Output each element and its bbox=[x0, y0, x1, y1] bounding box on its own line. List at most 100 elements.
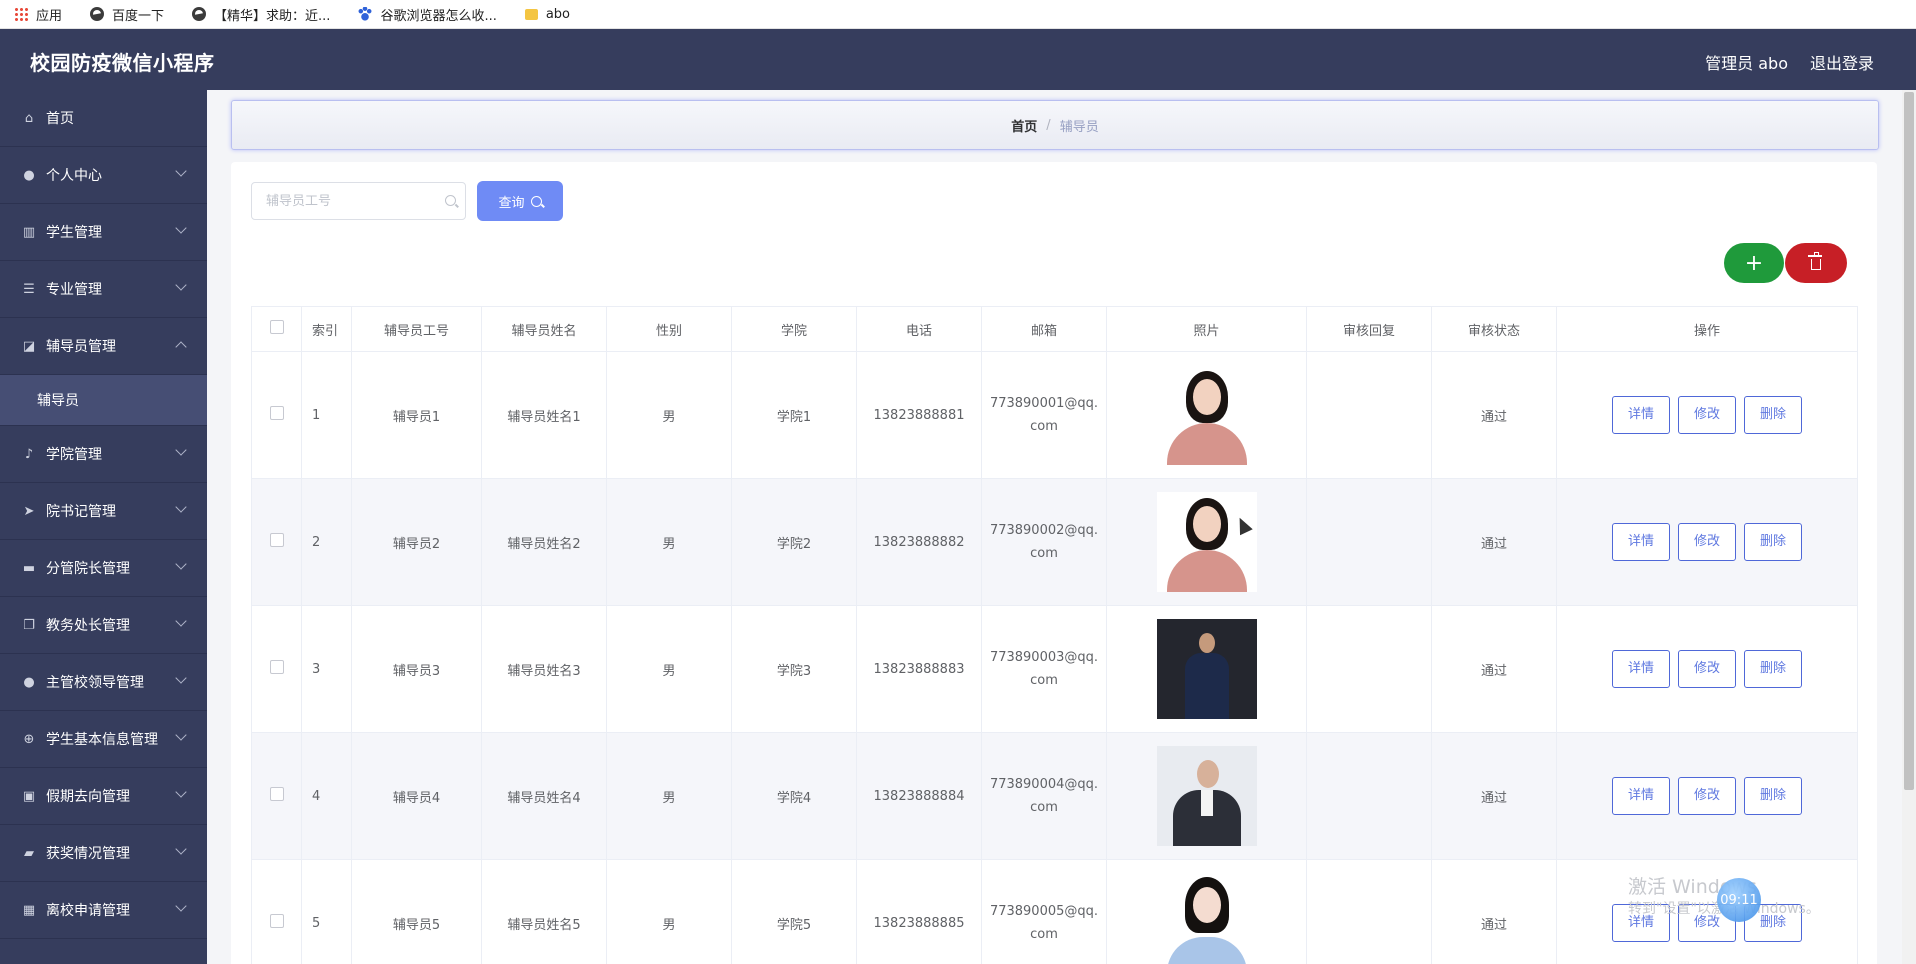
row-checkbox[interactable] bbox=[269, 533, 284, 547]
chevron-down-icon bbox=[175, 843, 187, 855]
table-row: 1 辅导员1 辅导员姓名1 男 学院1 13823888881 77389000… bbox=[251, 351, 1858, 479]
photo-man-seated-dark-portrait[interactable] bbox=[1156, 619, 1257, 719]
delete-button[interactable]: 删除 bbox=[1744, 396, 1802, 434]
bookmark-baidu[interactable]: 百度一下 bbox=[90, 5, 164, 24]
cell-email: 773890002@qq.com bbox=[981, 478, 1107, 606]
table-row: 2 辅导员2 辅导员姓名2 男 学院2 13823888882 77389000… bbox=[251, 478, 1858, 606]
cell-index: 3 bbox=[301, 605, 352, 733]
select-all-checkbox[interactable] bbox=[269, 320, 284, 334]
page-scrollbar[interactable] bbox=[1902, 90, 1916, 964]
sidebar-item-holiday-whereabouts[interactable]: ▣ 假期去向管理 bbox=[0, 768, 207, 825]
cell-index: 4 bbox=[301, 732, 352, 860]
row-checkbox[interactable] bbox=[269, 787, 284, 801]
cell-photo bbox=[1106, 859, 1307, 964]
sidebar-item-counselors[interactable]: ◪ 辅导员管理 bbox=[0, 318, 207, 375]
cell-status: 通过 bbox=[1431, 478, 1557, 606]
sidebar-subitem-counselor[interactable]: 辅导员 bbox=[0, 375, 207, 426]
sidebar-item-awards[interactable]: ▰ 获奖情况管理 bbox=[0, 825, 207, 882]
cell-phone: 13823888883 bbox=[856, 605, 982, 733]
row-select-cell bbox=[251, 605, 302, 733]
sidebar-item-colleges[interactable]: ♪ 学院管理 bbox=[0, 426, 207, 483]
row-checkbox[interactable] bbox=[269, 406, 284, 420]
sidebar-item-home[interactable]: ⌂ 首页 bbox=[0, 90, 207, 147]
edit-button[interactable]: 修改 bbox=[1678, 650, 1736, 688]
edit-button[interactable]: 修改 bbox=[1678, 523, 1736, 561]
scrollbar-thumb[interactable] bbox=[1904, 92, 1914, 790]
row-checkbox[interactable] bbox=[269, 914, 284, 928]
sidebar-item-personal-center[interactable]: ● 个人中心 bbox=[0, 147, 207, 204]
bookmark-help[interactable]: 【精华】求助：近... bbox=[192, 5, 330, 24]
sidebar-item-majors[interactable]: ☰ 专业管理 bbox=[0, 261, 207, 318]
home-icon: ⌂ bbox=[24, 110, 34, 126]
cell-status: 通过 bbox=[1431, 605, 1557, 733]
search-input[interactable] bbox=[251, 182, 466, 220]
detail-button[interactable]: 详情 bbox=[1612, 396, 1670, 434]
chevron-down-icon bbox=[175, 501, 187, 513]
cell-gender: 男 bbox=[606, 732, 732, 860]
delete-button[interactable]: 删除 bbox=[1744, 650, 1802, 688]
cell-reply bbox=[1306, 859, 1432, 964]
photo-man-suit-portrait[interactable] bbox=[1156, 746, 1257, 846]
cell-status: 通过 bbox=[1431, 351, 1557, 479]
cell-actions: 详情 修改 删除 bbox=[1556, 605, 1858, 733]
photo-woman-pink-portrait[interactable] bbox=[1156, 492, 1257, 592]
cell-photo bbox=[1106, 478, 1307, 606]
cell-reply bbox=[1306, 605, 1432, 733]
cell-reply bbox=[1306, 732, 1432, 860]
photo-girl-blue-portrait[interactable] bbox=[1156, 873, 1257, 964]
bookmark-folder-abo[interactable]: abo bbox=[524, 7, 570, 22]
detail-button[interactable]: 详情 bbox=[1612, 777, 1670, 815]
row-select-cell bbox=[251, 859, 302, 964]
app-header: 校园防疫微信小程序 管理员 abo 退出登录 bbox=[0, 29, 1916, 90]
chevron-down-icon bbox=[175, 900, 187, 912]
photo-woman-pink-portrait[interactable] bbox=[1156, 365, 1257, 465]
cell-email: 773890003@qq.com bbox=[981, 605, 1107, 733]
query-button[interactable]: 查询 bbox=[477, 181, 563, 221]
cell-counselor-name: 辅导员姓名4 bbox=[481, 732, 607, 860]
sidebar-item-secretaries[interactable]: ➤ 院书记管理 bbox=[0, 483, 207, 540]
sidebar-item-vice-deans[interactable]: ▬ 分管院长管理 bbox=[0, 540, 207, 597]
edit-button[interactable]: 修改 bbox=[1678, 777, 1736, 815]
compass-icon: ⊕ bbox=[23, 731, 35, 747]
detail-button[interactable]: 详情 bbox=[1612, 523, 1670, 561]
bookmark-chrome[interactable]: 谷歌浏览器怎么收... bbox=[358, 5, 497, 24]
sidebar-item-students[interactable]: ▥ 学生管理 bbox=[0, 204, 207, 261]
delete-button[interactable]: 删除 bbox=[1744, 777, 1802, 815]
cell-college: 学院1 bbox=[731, 351, 857, 479]
delete-button[interactable]: 删除 bbox=[1744, 523, 1802, 561]
brush-icon: ▰ bbox=[24, 845, 34, 861]
cell-status: 通过 bbox=[1431, 859, 1557, 964]
logout-button[interactable]: 退出登录 bbox=[1810, 50, 1874, 74]
chevron-down-icon bbox=[175, 729, 187, 741]
bookmark-apps[interactable]: 应用 bbox=[14, 5, 62, 24]
sidebar-item-academic-directors[interactable]: ❐ 教务处长管理 bbox=[0, 597, 207, 654]
batch-delete-button[interactable] bbox=[1785, 243, 1847, 283]
cell-reply bbox=[1306, 351, 1432, 479]
table-row: 3 辅导员3 辅导员姓名3 男 学院3 13823888883 77389000… bbox=[251, 605, 1858, 733]
edit-button[interactable]: 修改 bbox=[1678, 396, 1736, 434]
chevron-down-icon bbox=[175, 615, 187, 627]
detail-button[interactable]: 详情 bbox=[1612, 650, 1670, 688]
app-title: 校园防疫微信小程序 bbox=[30, 51, 215, 75]
cell-reply bbox=[1306, 478, 1432, 606]
breadcrumb-home[interactable]: 首页 bbox=[1011, 116, 1037, 135]
cell-gender: 男 bbox=[606, 859, 732, 964]
floating-clock-badge[interactable]: 09:11 bbox=[1717, 878, 1761, 922]
chevron-down-icon bbox=[175, 786, 187, 798]
books-icon: ▥ bbox=[22, 224, 36, 240]
row-checkbox[interactable] bbox=[269, 660, 284, 674]
add-button[interactable]: + bbox=[1724, 243, 1784, 283]
column-header: 辅导员姓名 bbox=[481, 306, 607, 352]
chevron-down-icon bbox=[175, 558, 187, 570]
column-header: 学院 bbox=[731, 306, 857, 352]
cell-phone: 13823888881 bbox=[856, 351, 982, 479]
sidebar-item-student-info[interactable]: ⊕ 学生基本信息管理 bbox=[0, 711, 207, 768]
cell-email: 773890001@qq.com bbox=[981, 351, 1107, 479]
clipboard-icon: ▣ bbox=[22, 788, 36, 804]
cell-gender: 男 bbox=[606, 351, 732, 479]
sidebar-item-school-leaders[interactable]: ● 主管校领导管理 bbox=[0, 654, 207, 711]
table-row: 4 辅导员4 辅导员姓名4 男 学院4 13823888884 77389000… bbox=[251, 732, 1858, 860]
sidebar-item-leave-applications[interactable]: ▦ 离校申请管理 bbox=[0, 882, 207, 939]
cell-photo bbox=[1106, 732, 1307, 860]
column-header: 审核回复 bbox=[1306, 306, 1432, 352]
